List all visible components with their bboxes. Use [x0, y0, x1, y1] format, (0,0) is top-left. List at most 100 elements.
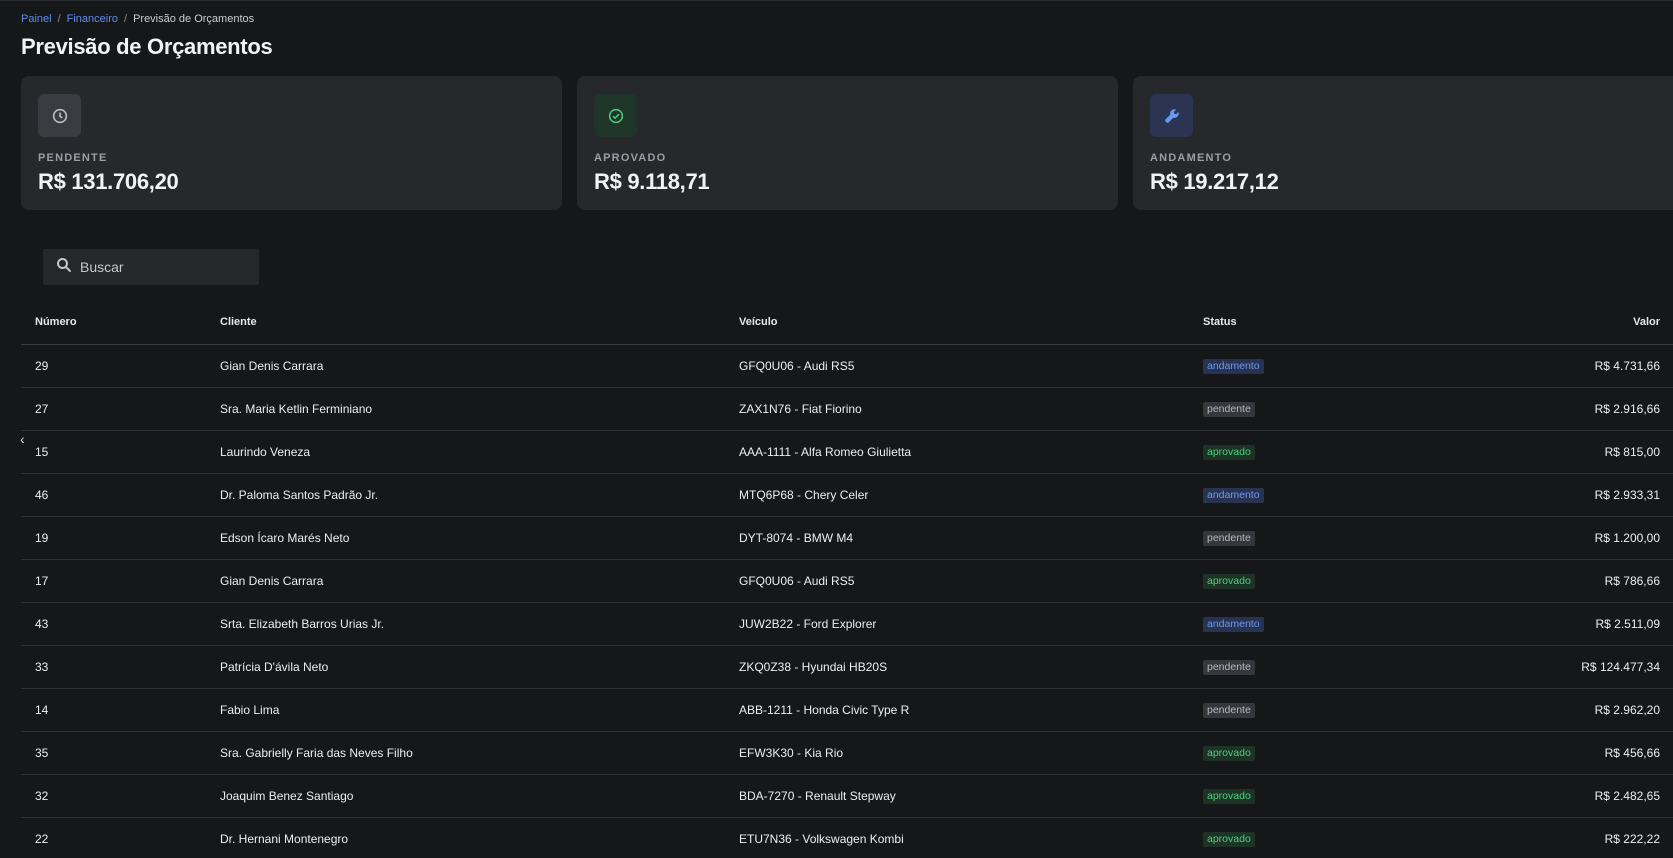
cell-cliente: Srta. Elizabeth Barros Urias Jr. [220, 602, 739, 646]
search-input[interactable] [80, 259, 250, 275]
cell-veiculo: ZKQ0Z38 - Hyundai HB20S [739, 645, 1203, 689]
cell-cliente: Edson Ícaro Marés Neto [220, 516, 739, 560]
clock-icon [38, 94, 81, 137]
cell-valor: R$ 815,00 [1573, 430, 1673, 474]
status-badge: andamento [1203, 358, 1264, 374]
column-header-veiculo[interactable]: Veículo [739, 301, 1203, 345]
status-badge: aprovado [1203, 444, 1255, 460]
cell-numero: 35 [21, 731, 220, 775]
cell-cliente: Sra. Maria Ketlin Ferminiano [220, 387, 739, 431]
cell-valor: R$ 2.916,66 [1573, 387, 1673, 431]
cell-cliente: Fabio Lima [220, 688, 739, 732]
cell-status: aprovado [1203, 731, 1573, 775]
table-row[interactable]: 35 Sra. Gabrielly Faria das Neves Filho EF… [21, 731, 1673, 775]
table-row[interactable]: 33 Patrícia D'ávila Neto ZKQ0Z38 - Hyundai… [21, 645, 1673, 689]
cell-cliente: Joaquim Benez Santiago [220, 774, 739, 818]
cell-numero: 17 [21, 559, 220, 603]
cell-valor: R$ 4.731,66 [1573, 344, 1673, 388]
cell-veiculo: DYT-8074 - BMW M4 [739, 516, 1203, 560]
card-value: R$ 9.118,71 [594, 169, 710, 194]
table-row[interactable]: 29 Gian Denis Carrara GFQ0U06 - Audi RS5 an… [21, 344, 1673, 388]
cell-veiculo: BDA-7270 - Renault Stepway [739, 774, 1203, 818]
status-badge: pendente [1203, 530, 1255, 546]
card-label: APROVADO [594, 152, 667, 164]
table-row[interactable]: 46 Dr. Paloma Santos Padrão Jr. MTQ6P68 - … [21, 473, 1673, 517]
cell-cliente: Sra. Gabrielly Faria das Neves Filho [220, 731, 739, 775]
page-title: Previsão de Orçamentos [21, 34, 273, 59]
check-circle-icon [594, 94, 637, 137]
breadcrumb-link-financeiro[interactable]: Financeiro [67, 13, 118, 25]
cell-valor: R$ 2.933,31 [1573, 473, 1673, 517]
wrench-icon [1150, 94, 1193, 137]
cell-status: andamento [1203, 344, 1573, 388]
cell-valor: R$ 222,22 [1573, 817, 1673, 858]
cell-valor: R$ 786,66 [1573, 559, 1673, 603]
cell-status: aprovado [1203, 817, 1573, 858]
cell-cliente: Dr. Paloma Santos Padrão Jr. [220, 473, 739, 517]
breadcrumb: Painel / Financeiro / Previsão de Orçame… [21, 13, 254, 25]
table-row[interactable]: 15 Laurindo Veneza AAA-1111 - Alfa Romeo G… [21, 430, 1673, 474]
cell-valor: R$ 456,66 [1573, 731, 1673, 775]
column-header-valor[interactable]: Valor [1573, 301, 1673, 345]
column-header-status[interactable]: Status [1203, 301, 1573, 345]
status-badge: pendente [1203, 401, 1255, 417]
cell-status: andamento [1203, 473, 1573, 517]
cell-veiculo: GFQ0U06 - Audi RS5 [739, 559, 1203, 603]
cell-veiculo: MTQ6P68 - Chery Celer [739, 473, 1203, 517]
breadcrumb-current: Previsão de Orçamentos [133, 13, 255, 25]
cell-numero: 14 [21, 688, 220, 732]
column-header-numero[interactable]: Número [21, 301, 220, 345]
breadcrumb-separator: / [124, 13, 128, 25]
cell-cliente: Gian Denis Carrara [220, 559, 739, 603]
cell-numero: 46 [21, 473, 220, 517]
cell-numero: 27 [21, 387, 220, 431]
card-label: PENDENTE [38, 152, 108, 164]
table-row[interactable]: 19 Edson Ícaro Marés Neto DYT-8074 - BMW M… [21, 516, 1673, 560]
table-header-row: Número Cliente Veículo Status Valor [21, 301, 1673, 345]
page: Painel / Financeiro / Previsão de Orçame… [0, 0, 1673, 858]
column-header-cliente[interactable]: Cliente [220, 301, 739, 345]
card-andamento: ANDAMENTO R$ 19.217,12 [1133, 76, 1673, 210]
status-badge: andamento [1203, 616, 1264, 632]
cell-valor: R$ 2.962,20 [1573, 688, 1673, 732]
cell-cliente: Dr. Hernani Montenegro [220, 817, 739, 858]
cell-status: pendente [1203, 688, 1573, 732]
cell-numero: 33 [21, 645, 220, 689]
cell-valor: R$ 1.200,00 [1573, 516, 1673, 560]
card-aprovado: APROVADO R$ 9.118,71 [577, 76, 1118, 210]
cell-veiculo: ABB-1211 - Honda Civic Type R [739, 688, 1203, 732]
cell-veiculo: GFQ0U06 - Audi RS5 [739, 344, 1203, 388]
status-badge: aprovado [1203, 788, 1255, 804]
cell-veiculo: ZAX1N76 - Fiat Fiorino [739, 387, 1203, 431]
cell-status: aprovado [1203, 430, 1573, 474]
cell-status: pendente [1203, 387, 1573, 431]
card-value: R$ 131.706,20 [38, 169, 179, 194]
cell-status: aprovado [1203, 559, 1573, 603]
cell-cliente: Laurindo Veneza [220, 430, 739, 474]
cell-veiculo: ETU7N36 - Volkswagen Kombi [739, 817, 1203, 858]
cell-veiculo: AAA-1111 - Alfa Romeo Giulietta [739, 430, 1203, 474]
table-row[interactable]: 22 Dr. Hernani Montenegro ETU7N36 - Volksw… [21, 817, 1673, 858]
cell-valor: R$ 2.482,65 [1573, 774, 1673, 818]
cell-numero: 22 [21, 817, 220, 858]
search-box[interactable] [43, 249, 259, 285]
search-icon [55, 256, 73, 279]
cell-numero: 19 [21, 516, 220, 560]
cell-cliente: Gian Denis Carrara [220, 344, 739, 388]
cell-numero: 43 [21, 602, 220, 646]
status-badge: aprovado [1203, 745, 1255, 761]
status-badge: andamento [1203, 487, 1264, 503]
card-value: R$ 19.217,12 [1150, 169, 1279, 194]
cell-numero: 32 [21, 774, 220, 818]
budgets-table: Número Cliente Veículo Status Valor 29 Gi… [21, 301, 1673, 858]
table-row[interactable]: 17 Gian Denis Carrara GFQ0U06 - Audi RS5 ap… [21, 559, 1673, 603]
breadcrumb-link-painel[interactable]: Painel [21, 13, 52, 25]
table-row[interactable]: 43 Srta. Elizabeth Barros Urias Jr. JUW2B2… [21, 602, 1673, 646]
breadcrumb-separator: / [57, 13, 61, 25]
table-row[interactable]: 14 Fabio Lima ABB-1211 - Honda Civic Type … [21, 688, 1673, 732]
status-badge: pendente [1203, 702, 1255, 718]
table-row[interactable]: 32 Joaquim Benez Santiago BDA-7270 - Renau… [21, 774, 1673, 818]
cell-status: pendente [1203, 645, 1573, 689]
table-row[interactable]: 27 Sra. Maria Ketlin Ferminiano ZAX1N76 - … [21, 387, 1673, 431]
cell-valor: R$ 124.477,34 [1573, 645, 1673, 689]
